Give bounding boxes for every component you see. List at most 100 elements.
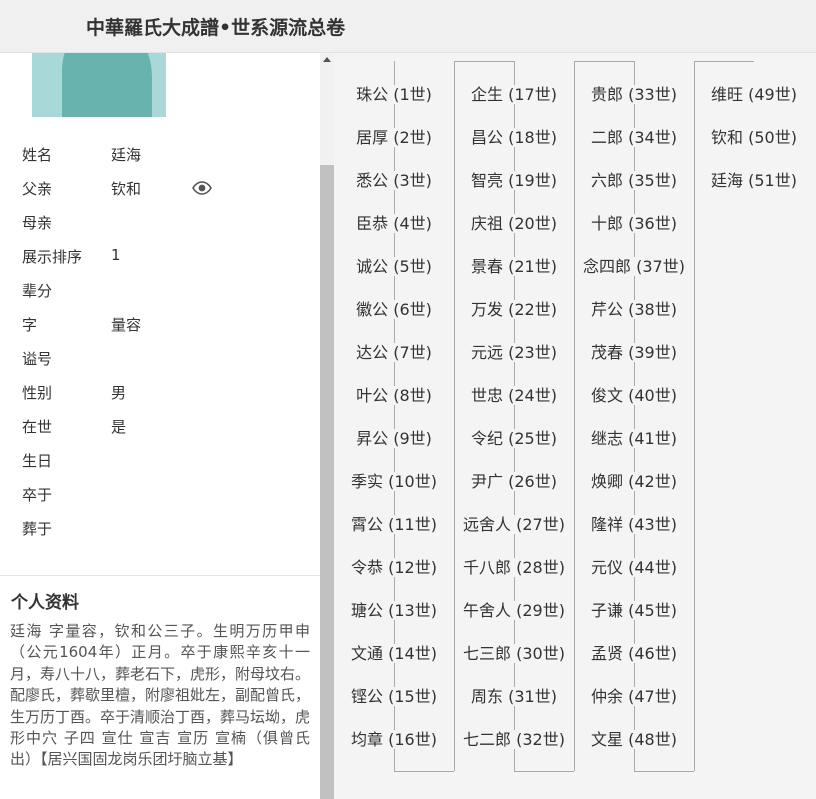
tree-connector-line — [574, 61, 634, 62]
generation-item[interactable]: 令恭 (12世) — [334, 553, 454, 583]
generation-item-label: 焕卿 (42世) — [589, 472, 679, 491]
generation-item[interactable]: 隆祥 (43世) — [574, 510, 694, 540]
generation-item[interactable]: 钦和 (50世) — [694, 123, 814, 153]
generation-item[interactable]: 六郎 (35世) — [574, 166, 694, 196]
profile-field-row: 葬于 — [0, 512, 320, 546]
profile-field-row: 卒于 — [0, 478, 320, 512]
generation-item[interactable]: 继志 (41世) — [574, 424, 694, 454]
generation-item[interactable]: 达公 (7世) — [334, 338, 454, 368]
generation-item[interactable]: 远舍人 (27世) — [454, 510, 574, 540]
tree-connector-line — [514, 771, 574, 772]
generation-item-label: 隆祥 (43世) — [589, 515, 679, 534]
scrollbar-thumb[interactable] — [320, 165, 334, 799]
app-header: 中華羅氏大成譜•世系源流总卷 — [0, 0, 816, 53]
generation-item-label: 远舍人 (27世) — [461, 515, 567, 534]
generation-item-label: 仲余 (47世) — [589, 687, 679, 706]
generation-item[interactable]: 孟贤 (46世) — [574, 639, 694, 669]
generation-item[interactable]: 仲余 (47世) — [574, 682, 694, 712]
generation-item[interactable]: 铿公 (15世) — [334, 682, 454, 712]
generation-item[interactable]: 瑭公 (13世) — [334, 596, 454, 626]
profile-field-label: 字 — [22, 316, 38, 334]
generation-item-label: 钦和 (50世) — [709, 128, 799, 147]
generation-item-label: 千八郎 (28世) — [461, 558, 567, 577]
generation-item[interactable]: 焕卿 (42世) — [574, 467, 694, 497]
generation-item[interactable]: 维旺 (49世) — [694, 80, 814, 110]
generation-item[interactable]: 贵郎 (33世) — [574, 80, 694, 110]
profile-field-value[interactable]: 钦和 — [111, 178, 141, 199]
generation-item-label: 庆祖 (20世) — [469, 214, 559, 233]
generation-item[interactable]: 千八郎 (28世) — [454, 553, 574, 583]
generation-item-label: 霄公 (11世) — [349, 515, 439, 534]
generation-item-label: 企生 (17世) — [469, 85, 559, 104]
generation-item[interactable]: 尹广 (26世) — [454, 467, 574, 497]
generation-item[interactable]: 文星 (48世) — [574, 725, 694, 755]
generation-item[interactable]: 文通 (14世) — [334, 639, 454, 669]
generation-item[interactable]: 七二郎 (32世) — [454, 725, 574, 755]
generation-item[interactable]: 午舍人 (29世) — [454, 596, 574, 626]
generation-item-label: 铿公 (15世) — [349, 687, 439, 706]
generation-item[interactable]: 二郎 (34世) — [574, 123, 694, 153]
generation-item[interactable]: 季实 (10世) — [334, 467, 454, 497]
profile-field-label: 辈分 — [22, 282, 53, 300]
generation-item[interactable]: 廷海 (51世) — [694, 166, 814, 196]
generation-item[interactable]: 企生 (17世) — [454, 80, 574, 110]
generation-item-label: 七二郎 (32世) — [461, 730, 567, 749]
profile-panel: 姓名 廷海 父亲 钦和 母亲 展示排序 1 辈分字量容 谥号 性别男在世是生日 卒于 葬于 个人资料 … — [0, 53, 320, 799]
generation-item[interactable]: 臣恭 (4世) — [334, 209, 454, 239]
generation-item[interactable]: 子谦 (45世) — [574, 596, 694, 626]
portrait-image — [32, 53, 166, 117]
profile-field-row: 辈分 — [0, 274, 320, 308]
generation-item[interactable]: 悉公 (3世) — [334, 166, 454, 196]
generation-item[interactable]: 万发 (22世) — [454, 295, 574, 325]
generation-item-label: 念四郎 (37世) — [581, 257, 687, 276]
scroll-up-arrow-icon[interactable] — [323, 57, 331, 62]
generation-item[interactable]: 令纪 (25世) — [454, 424, 574, 454]
profile-field-row: 性别 男 — [0, 376, 320, 410]
generation-item[interactable]: 徽公 (6世) — [334, 295, 454, 325]
profile-field-row: 谥号 — [0, 342, 320, 376]
generation-item[interactable]: 昌公 (18世) — [454, 123, 574, 153]
generation-item[interactable]: 俊文 (40世) — [574, 381, 694, 411]
generation-item[interactable]: 居厚 (2世) — [334, 123, 454, 153]
generation-item[interactable]: 叶公 (8世) — [334, 381, 454, 411]
generation-item[interactable]: 周东 (31世) — [454, 682, 574, 712]
generation-item-label: 令恭 (12世) — [349, 558, 439, 577]
bio-text: 廷海 字量容，钦和公三子。生明万历甲申（公元1604年）正月。卒于康熙辛亥十一月… — [10, 622, 311, 769]
generation-item[interactable]: 庆祖 (20世) — [454, 209, 574, 239]
generation-item-label: 孟贤 (46世) — [589, 644, 679, 663]
generation-item-label: 悉公 (3世) — [354, 171, 434, 190]
generation-item[interactable]: 念四郎 (37世) — [574, 252, 694, 282]
generation-item-label: 居厚 (2世) — [354, 128, 434, 147]
generation-item[interactable]: 霄公 (11世) — [334, 510, 454, 540]
generation-item-label: 六郎 (35世) — [589, 171, 679, 190]
generation-item[interactable]: 诚公 (5世) — [334, 252, 454, 282]
generation-item-label: 贵郎 (33世) — [589, 85, 679, 104]
generation-item-label: 午舍人 (29世) — [461, 601, 567, 620]
generation-item[interactable]: 珠公 (1世) — [334, 80, 454, 110]
profile-field-row: 展示排序 1 — [0, 240, 320, 274]
profile-field-row: 字 量容 — [0, 308, 320, 342]
generation-item[interactable]: 十郎 (36世) — [574, 209, 694, 239]
tree-connector-line — [454, 61, 514, 62]
generation-item[interactable]: 元远 (23世) — [454, 338, 574, 368]
generation-item[interactable]: 昇公 (9世) — [334, 424, 454, 454]
generation-item-label: 二郎 (34世) — [589, 128, 679, 147]
generation-item[interactable]: 茂春 (39世) — [574, 338, 694, 368]
generation-item[interactable]: 智亮 (19世) — [454, 166, 574, 196]
generation-item[interactable]: 均章 (16世) — [334, 725, 454, 755]
generation-column: 贵郎 (33世) 二郎 (34世) 六郎 (35世) 十郎 (36世) 念四郎 (37世… — [574, 61, 694, 772]
generation-item[interactable]: 景春 (21世) — [454, 252, 574, 282]
generation-item-label: 世忠 (24世) — [469, 386, 559, 405]
profile-field-label: 谥号 — [22, 350, 53, 368]
generation-item[interactable]: 世忠 (24世) — [454, 381, 574, 411]
profile-field-row: 生日 — [0, 444, 320, 478]
eye-icon[interactable] — [192, 181, 212, 195]
profile-field-row: 姓名 廷海 — [0, 138, 320, 172]
generation-item[interactable]: 芹公 (38世) — [574, 295, 694, 325]
generation-item-label: 令纪 (25世) — [469, 429, 559, 448]
left-panel-scrollbar[interactable] — [320, 53, 334, 799]
generation-item-label: 珠公 (1世) — [354, 85, 434, 104]
generation-item[interactable]: 七三郎 (30世) — [454, 639, 574, 669]
generation-item-label: 诚公 (5世) — [354, 257, 434, 276]
generation-item[interactable]: 元仪 (44世) — [574, 553, 694, 583]
